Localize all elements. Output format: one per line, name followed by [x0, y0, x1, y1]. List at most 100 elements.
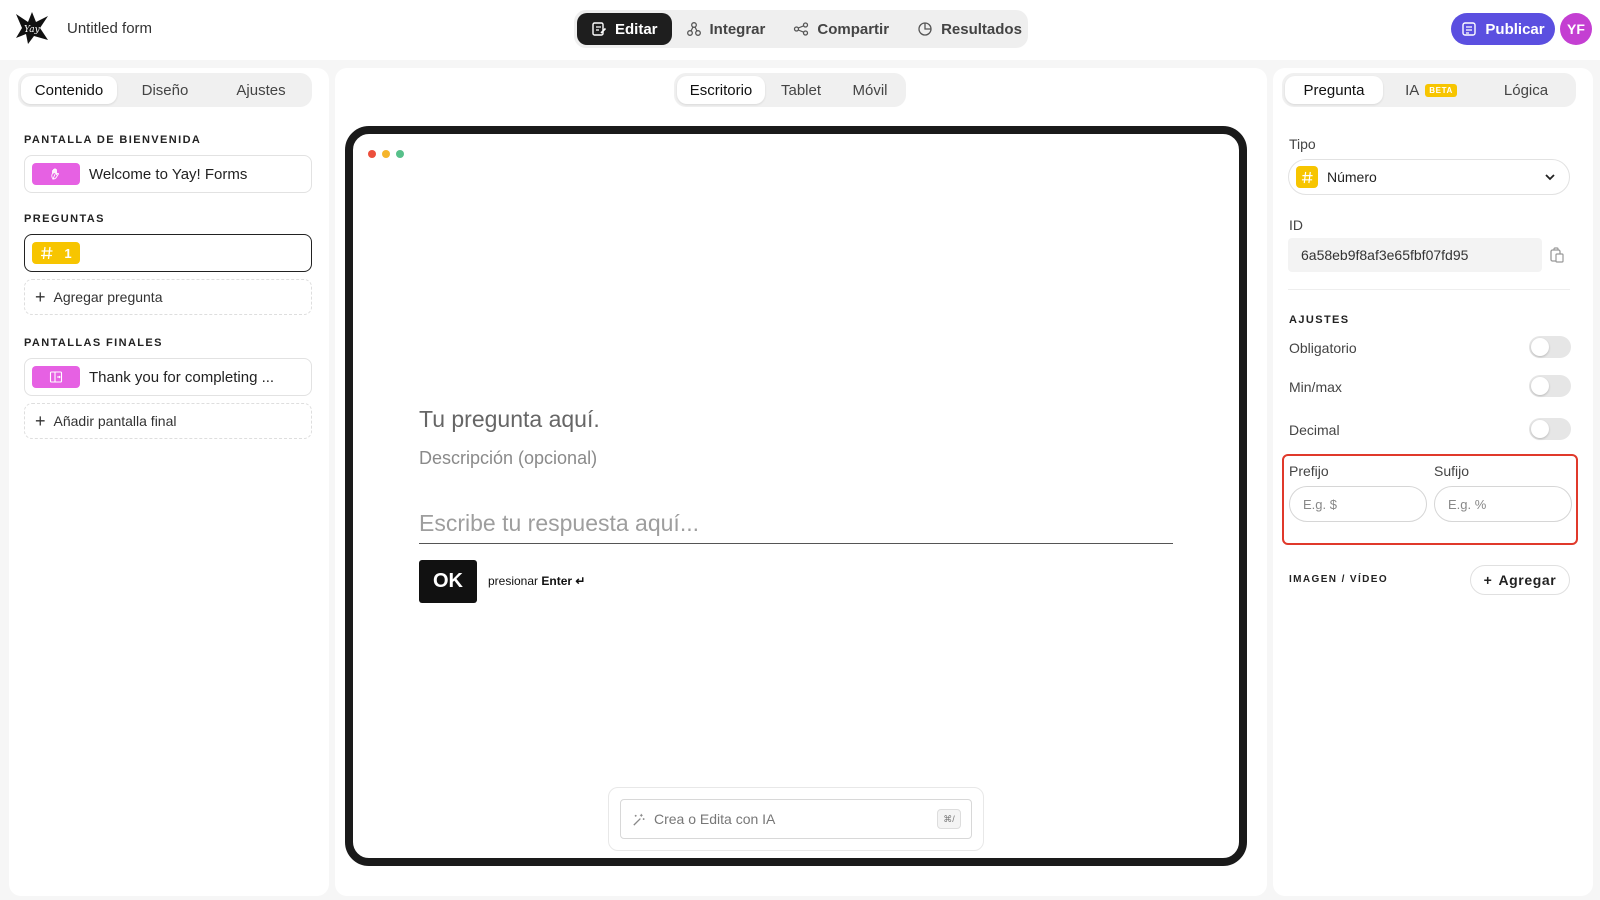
device-desktop[interactable]: Escritorio — [677, 76, 765, 104]
tab-resultados[interactable]: Resultados — [903, 13, 1036, 45]
ai-placeholder: Crea o Edita con IA — [654, 811, 776, 827]
add-media-button[interactable]: + Agregar — [1470, 565, 1570, 595]
tab-logica[interactable]: Lógica — [1479, 76, 1573, 104]
id-label: ID — [1289, 217, 1303, 233]
question-title[interactable]: Tu pregunta aquí. — [419, 406, 600, 433]
tab-diseno[interactable]: Diseño — [117, 76, 213, 104]
hash-icon — [1301, 171, 1313, 183]
enter-hint: presionar Enter ↵ — [488, 574, 585, 588]
add-ending-button[interactable]: + Añadir pantalla final — [24, 403, 312, 439]
hash-icon — [41, 246, 53, 260]
edit-icon — [592, 22, 607, 36]
toggle-knob — [1531, 338, 1549, 356]
tab-contenido[interactable]: Contenido — [21, 76, 117, 104]
questions-section-label: PREGUNTAS — [24, 213, 105, 225]
mode-tabs: Editar Integrar Compartir Resultados — [574, 10, 1028, 48]
plus-icon: + — [35, 411, 46, 431]
plus-icon: + — [35, 287, 46, 307]
yellow-dot-icon — [382, 150, 390, 158]
ai-input[interactable]: Crea o Edita con IA ⌘/ — [620, 799, 972, 839]
tab-compartir[interactable]: Compartir — [779, 13, 903, 45]
add-question-label: Agregar pregunta — [53, 289, 163, 305]
chevron-down-icon — [1545, 174, 1555, 181]
welcome-screen-item[interactable]: Welcome to Yay! Forms — [24, 155, 312, 193]
form-title[interactable]: Untitled form — [67, 20, 152, 37]
minmax-toggle[interactable] — [1529, 375, 1571, 397]
tab-integrar[interactable]: Integrar — [672, 13, 780, 45]
ai-shortcut-badge: ⌘/ — [937, 809, 961, 829]
welcome-section-label: PANTALLA DE BIENVENIDA — [24, 134, 202, 146]
media-section-label: IMAGEN / VÍDEO — [1289, 574, 1389, 585]
green-dot-icon — [396, 150, 404, 158]
publish-label: Publicar — [1485, 20, 1545, 38]
question-description[interactable]: Descripción (opcional) — [419, 448, 597, 469]
tab-resultados-label: Resultados — [941, 20, 1022, 38]
question-number: 1 — [64, 245, 72, 261]
tab-integrar-label: Integrar — [709, 20, 766, 38]
question-type-select[interactable]: Número — [1288, 159, 1570, 195]
minmax-toggle-label: Min/max — [1289, 379, 1342, 395]
add-ending-label: Añadir pantalla final — [53, 413, 177, 429]
properties-panel: Pregunta IA BETA Lógica Tipo Número ID 6… — [1273, 68, 1593, 896]
number-question-chip: 1 — [32, 242, 80, 264]
ai-assistant-bar: Crea o Edita con IA ⌘/ — [608, 787, 984, 851]
required-toggle-label: Obligatorio — [1289, 340, 1357, 356]
share-icon — [794, 22, 809, 36]
decimal-toggle-label: Decimal — [1289, 422, 1340, 438]
magic-wand-icon — [633, 813, 645, 826]
enter-hint-prefix: presionar — [488, 574, 539, 588]
toggle-knob — [1531, 420, 1549, 438]
device-tablet[interactable]: Tablet — [765, 76, 837, 104]
tab-editar[interactable]: Editar — [577, 13, 672, 45]
copy-icon[interactable] — [1548, 246, 1566, 264]
answer-input[interactable]: Escribe tu respuesta aquí... — [419, 506, 1173, 544]
right-tabs: Pregunta IA BETA Lógica — [1282, 73, 1576, 107]
publish-button[interactable]: Publicar — [1451, 13, 1555, 45]
device-preview-frame: Tu pregunta aquí. Descripción (opcional)… — [345, 126, 1247, 866]
top-bar: Yay Untitled form Editar Integrar Compar… — [0, 0, 1600, 60]
red-dot-icon — [368, 150, 376, 158]
prefix-label: Prefijo — [1289, 463, 1329, 479]
settings-section-label: AJUSTES — [1289, 314, 1350, 326]
integrate-icon — [686, 22, 701, 36]
welcome-chip — [32, 163, 80, 185]
enter-hint-key: Enter ↵ — [541, 574, 586, 588]
tab-editar-label: Editar — [615, 20, 658, 38]
results-icon — [918, 22, 932, 36]
device-tabs: Escritorio Tablet Móvil — [674, 73, 906, 107]
question-id-field[interactable]: 6a58eb9f8af3e65fbf07fd95 — [1288, 238, 1542, 272]
user-avatar[interactable]: YF — [1560, 13, 1592, 45]
endings-section-label: PANTALLAS FINALES — [24, 337, 163, 349]
window-dots — [368, 150, 404, 158]
tab-pregunta[interactable]: Pregunta — [1285, 76, 1383, 104]
svg-text:Yay: Yay — [24, 25, 41, 35]
suffix-input[interactable]: E.g. % — [1434, 486, 1572, 522]
suffix-label: Sufijo — [1434, 463, 1470, 479]
type-value: Número — [1327, 169, 1377, 185]
device-mobile[interactable]: Móvil — [837, 76, 903, 104]
tab-ia[interactable]: IA BETA — [1383, 76, 1479, 104]
number-type-chip — [1296, 166, 1318, 188]
tab-ia-label: IA — [1405, 81, 1420, 99]
plus-icon: + — [1483, 572, 1493, 588]
prefix-input[interactable]: E.g. $ — [1289, 486, 1427, 522]
left-tabs: Contenido Diseño Ajustes — [18, 73, 312, 107]
hand-wave-icon — [51, 168, 59, 180]
decimal-toggle[interactable] — [1529, 418, 1571, 440]
ok-button[interactable]: OK — [419, 560, 477, 603]
ending-screen-item[interactable]: Thank you for completing ... — [24, 358, 312, 396]
add-question-button[interactable]: + Agregar pregunta — [24, 279, 312, 315]
ending-chip — [32, 366, 80, 388]
welcome-item-label: Welcome to Yay! Forms — [89, 165, 248, 183]
question-item-1[interactable]: 1 — [24, 234, 312, 272]
required-toggle[interactable] — [1529, 336, 1571, 358]
tab-ajustes[interactable]: Ajustes — [213, 76, 309, 104]
beta-badge: BETA — [1425, 83, 1457, 97]
publish-icon — [1462, 22, 1477, 36]
tab-compartir-label: Compartir — [817, 20, 890, 38]
divider — [1288, 289, 1570, 290]
add-media-label: Agregar — [1498, 572, 1557, 588]
exit-screen-icon — [49, 371, 63, 383]
content-panel: Contenido Diseño Ajustes PANTALLA DE BIE… — [9, 68, 329, 896]
yay-forms-logo-icon[interactable]: Yay — [14, 10, 50, 46]
